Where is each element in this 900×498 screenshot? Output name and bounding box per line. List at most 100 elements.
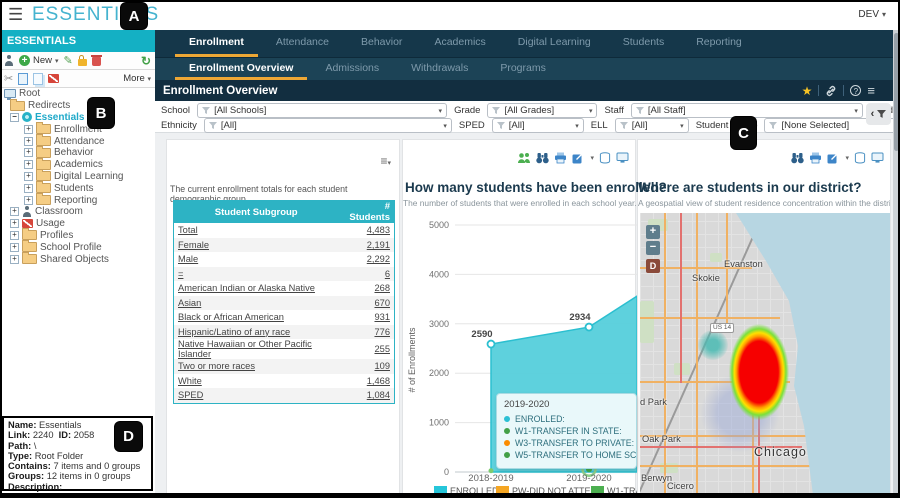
expand-box-icon[interactable]: + xyxy=(24,196,33,205)
school-filter[interactable]: [All Schools]▾ xyxy=(197,103,447,118)
expand-box-icon[interactable]: + xyxy=(24,160,33,169)
tab-students[interactable]: Students xyxy=(609,30,678,57)
subgroup-link[interactable]: Male xyxy=(174,252,339,267)
export-icon[interactable] xyxy=(827,152,840,164)
export-icon[interactable] xyxy=(572,152,585,164)
count-link[interactable]: 268 xyxy=(338,281,394,296)
expand-box-icon[interactable]: + xyxy=(24,172,33,181)
subgroup-link[interactable]: American Indian or Alaska Native xyxy=(174,281,339,296)
expand-box-icon[interactable]: + xyxy=(24,125,33,134)
database-icon[interactable] xyxy=(854,152,866,164)
column-header-students[interactable]: # Students xyxy=(338,201,394,224)
tree-item-redirects[interactable]: Redirects xyxy=(0,100,155,112)
district-heatmap[interactable]: US 14 Evanston Skokie d Park Oak Park Ch… xyxy=(640,213,890,494)
tab-enrollment[interactable]: Enrollment xyxy=(175,30,258,57)
count-link[interactable]: 2,292 xyxy=(338,252,394,267)
column-header-subgroup[interactable]: Student Subgroup xyxy=(174,201,339,224)
filter-panel-collapse-button[interactable]: ‹ xyxy=(866,103,891,125)
monitor-icon[interactable] xyxy=(616,152,629,164)
count-link[interactable]: 2,191 xyxy=(338,238,394,253)
ell-filter[interactable]: [All]▾ xyxy=(615,118,689,133)
staff-filter[interactable]: [All Staff]▾ xyxy=(631,103,863,118)
tab-admissions[interactable]: Admissions xyxy=(311,58,393,80)
expand-box-icon[interactable]: + xyxy=(10,255,19,264)
hamburger-menu-icon[interactable]: ☰ xyxy=(8,5,23,25)
tab-academics[interactable]: Academics xyxy=(420,30,499,57)
expand-box-icon[interactable]: + xyxy=(10,243,19,252)
subgroup-link[interactable]: Native Hawaiian or Other Pacific Islande… xyxy=(174,339,339,359)
tree-item-reporting[interactable]: +Reporting xyxy=(0,194,155,206)
subgroup-link[interactable]: Asian xyxy=(174,296,339,311)
expand-box-icon[interactable]: + xyxy=(10,219,19,228)
count-link[interactable]: 931 xyxy=(338,310,394,325)
tree-item-behavior[interactable]: +Behavior xyxy=(0,147,155,159)
refresh-icon[interactable]: ↻ xyxy=(141,55,151,67)
subgroup-link[interactable]: Two or more races xyxy=(174,359,339,374)
lock-icon[interactable] xyxy=(78,59,87,66)
map-marker-d[interactable]: D xyxy=(646,259,660,273)
tree-item-essentials[interactable]: −Essentials xyxy=(0,112,155,124)
help-icon[interactable]: ? xyxy=(850,85,861,96)
chevron-down-icon[interactable]: ▾ xyxy=(590,154,594,162)
expand-box-icon[interactable]: + xyxy=(10,231,19,240)
tree-item-digital-learning[interactable]: +Digital Learning xyxy=(0,171,155,183)
tree-item-academics[interactable]: +Academics xyxy=(0,159,155,171)
subgroup-link[interactable]: Total xyxy=(174,223,339,238)
print-icon[interactable] xyxy=(554,152,567,164)
tab-digital-learning[interactable]: Digital Learning xyxy=(504,30,605,57)
count-link[interactable]: 1,468 xyxy=(338,374,394,389)
count-link[interactable]: 776 xyxy=(338,325,394,340)
cut-icon[interactable]: ✂ xyxy=(4,73,13,85)
tree-item-shared-objects[interactable]: +Shared Objects xyxy=(0,253,155,265)
usage-chart-icon[interactable] xyxy=(48,74,59,83)
tree-item-students[interactable]: +Students xyxy=(0,182,155,194)
subgroup-link[interactable]: Black or African American xyxy=(174,310,339,325)
expand-box-icon[interactable]: + xyxy=(10,207,19,216)
ethnicity-filter[interactable]: [All]▾ xyxy=(204,118,452,133)
tree-item-attendance[interactable]: +Attendance xyxy=(0,135,155,147)
subgroup-link[interactable]: SPED xyxy=(174,388,339,403)
tree-item-root[interactable]: Root xyxy=(0,88,155,100)
panel-menu-icon[interactable]: ≡▾ xyxy=(380,154,391,168)
tab-attendance[interactable]: Attendance xyxy=(262,30,343,57)
count-link[interactable]: 670 xyxy=(338,296,394,311)
vertical-scrollbar[interactable] xyxy=(893,30,900,498)
link-icon[interactable] xyxy=(825,85,837,97)
binoculars-icon[interactable] xyxy=(536,152,549,164)
user-permissions-icon[interactable] xyxy=(4,55,14,66)
tree-item-classroom[interactable]: +Classroom xyxy=(0,206,155,218)
subgroup-link[interactable]: Female xyxy=(174,238,339,253)
paste-icon[interactable] xyxy=(33,73,43,85)
database-icon[interactable] xyxy=(599,152,611,164)
print-icon[interactable] xyxy=(809,152,822,164)
more-button[interactable]: More ▾ xyxy=(123,73,151,84)
expand-box-icon[interactable]: + xyxy=(24,184,33,193)
tab-withdrawals[interactable]: Withdrawals xyxy=(397,58,482,80)
new-button[interactable]: + New ▾ xyxy=(19,55,59,66)
binoculars-icon[interactable] xyxy=(791,152,804,164)
count-link[interactable]: 4,483 xyxy=(338,223,394,238)
count-link[interactable]: 255 xyxy=(338,339,394,359)
subgroup-link[interactable]: Hispanic/Latino of any race xyxy=(174,325,339,340)
count-link[interactable]: 6 xyxy=(338,267,394,282)
tab-behavior[interactable]: Behavior xyxy=(347,30,416,57)
expand-box-icon[interactable]: + xyxy=(24,148,33,157)
count-link[interactable]: 109 xyxy=(338,359,394,374)
grade-filter[interactable]: [All Grades]▾ xyxy=(487,103,597,118)
student-groups-icon[interactable] xyxy=(517,152,531,164)
collapse-box-icon[interactable]: − xyxy=(10,113,19,122)
page-menu-icon[interactable]: ≡ xyxy=(867,85,875,96)
expand-box-icon[interactable]: + xyxy=(24,137,33,146)
favorite-star-icon[interactable]: ★ xyxy=(802,84,813,98)
subgroup-link[interactable]: = xyxy=(174,267,339,282)
scrollbar-thumb[interactable] xyxy=(894,33,899,151)
sped-filter[interactable]: [All]▾ xyxy=(492,118,584,133)
delete-icon[interactable] xyxy=(92,57,101,66)
monitor-icon[interactable] xyxy=(871,152,884,164)
copy-icon[interactable] xyxy=(18,73,28,85)
tree-item-enrollment[interactable]: +Enrollment xyxy=(0,123,155,135)
map-zoom-out-button[interactable]: − xyxy=(646,241,660,255)
tab-reporting[interactable]: Reporting xyxy=(682,30,756,57)
env-dropdown[interactable]: DEV▾ xyxy=(858,9,886,20)
map-zoom-in-button[interactable]: + xyxy=(646,225,660,239)
